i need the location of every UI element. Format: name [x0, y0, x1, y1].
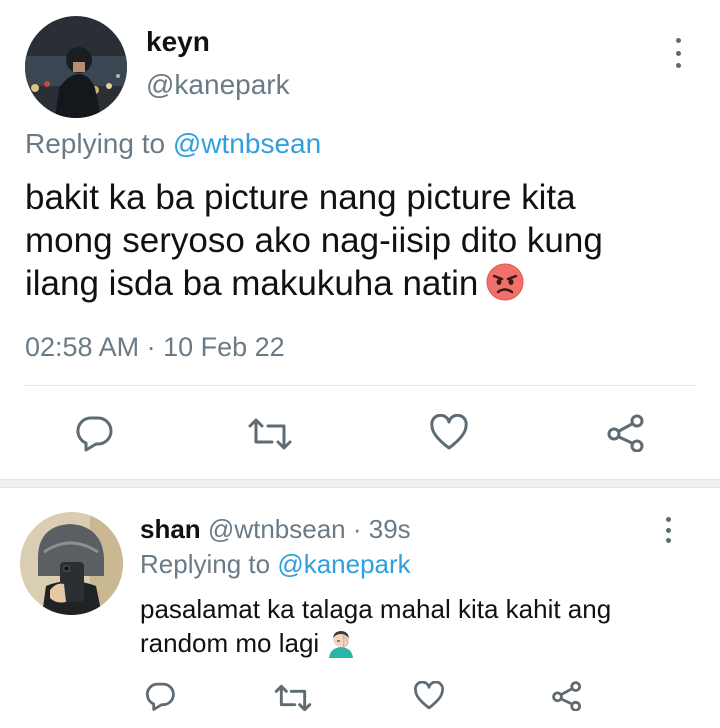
- retweet-icon[interactable]: [246, 416, 294, 452]
- reply-replying-to-label: Replying to: [140, 549, 271, 579]
- reply-retweet-icon[interactable]: [273, 683, 313, 713]
- reply-user-handle[interactable]: @wtnbsean: [208, 514, 346, 544]
- tweet-text: bakit ka ba picture nang picture kita mo…: [25, 176, 603, 305]
- reply-text-line-1: pasalamat ka talaga mahal kita kahit ang: [140, 594, 612, 624]
- timestamp: 02:58 AM · 10 Feb 22: [25, 332, 285, 362]
- avatar-shan[interactable]: [20, 512, 123, 615]
- like-icon[interactable]: [429, 414, 469, 452]
- time-separator: ·: [352, 514, 362, 544]
- reply-time: 39s: [368, 514, 411, 544]
- reply-text: pasalamat ka talaga mahal kita kahit ang…: [140, 592, 611, 660]
- angry-face-emoji: [486, 263, 524, 301]
- tweet-text-line-3: ilang isda ba makukuha natin: [25, 264, 479, 303]
- replying-to-link[interactable]: @wtnbsean: [173, 128, 321, 159]
- reply-replying-to-link[interactable]: @kanepark: [277, 549, 410, 579]
- replying-to-line: Replying to @wtnbsean: [25, 128, 321, 160]
- replying-to-label: Replying to: [25, 128, 166, 159]
- tweet-text-line-2: mong seryoso ako nag-iisip dito kung: [25, 221, 603, 260]
- user-handle[interactable]: @kanepark: [146, 69, 290, 101]
- reply-more-options-icon[interactable]: [656, 517, 680, 543]
- section-separator: [0, 479, 720, 488]
- display-name[interactable]: keyn: [146, 26, 210, 58]
- divider: [25, 385, 695, 386]
- avatar-keyn[interactable]: [25, 16, 127, 118]
- reply-like-icon[interactable]: [413, 681, 445, 711]
- reply-share-icon[interactable]: [551, 681, 583, 711]
- share-icon[interactable]: [606, 414, 646, 452]
- face-palm-emoji: [327, 628, 355, 658]
- reply-header: shan @wtnbsean · 39s: [140, 514, 411, 545]
- reply-text-line-2: random mo lagi: [140, 628, 320, 658]
- tweet-text-line-1: bakit ka ba picture nang picture kita: [25, 178, 576, 217]
- reply-icon[interactable]: [74, 414, 114, 452]
- reply-display-name[interactable]: shan: [140, 514, 201, 544]
- more-options-icon[interactable]: [666, 38, 690, 68]
- reply-reply-icon[interactable]: [144, 681, 176, 711]
- reply-replying-to-line: Replying to @kanepark: [140, 549, 411, 580]
